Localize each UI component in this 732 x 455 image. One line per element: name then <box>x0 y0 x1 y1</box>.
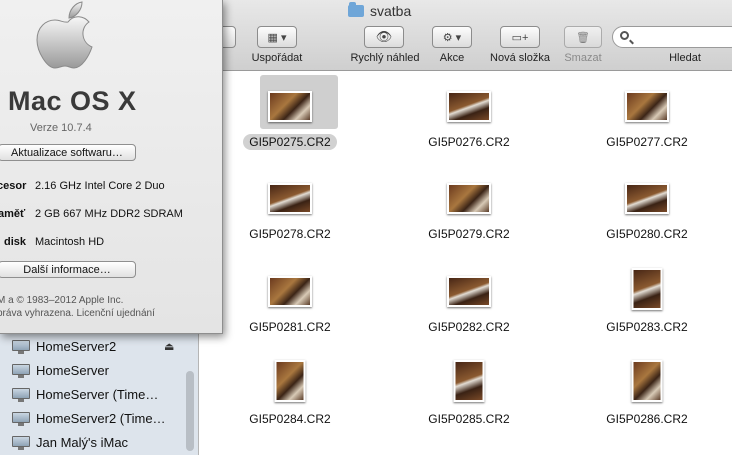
file-name: GI5P0279.CR2 <box>428 227 510 241</box>
apple-logo-icon <box>36 1 93 69</box>
image-thumbnail <box>274 360 306 402</box>
new-folder-label: Nová složka <box>490 52 550 64</box>
image-thumbnail <box>447 183 491 214</box>
arrange-label: Uspořádat <box>251 52 303 64</box>
sidebar-item-homeserver[interactable]: HomeServer <box>12 363 109 378</box>
delete-label: Smazat <box>564 52 602 64</box>
file-name: GI5P0282.CR2 <box>428 320 510 334</box>
spec-value: 2.16 GHz Intel Core 2 Duo <box>35 180 165 192</box>
spec-label: aměť <box>0 208 26 220</box>
image-thumbnail <box>447 276 491 307</box>
spec-value: 2 GB 667 MHz DDR2 SDRAM <box>35 208 183 220</box>
image-thumbnail <box>268 183 312 214</box>
file-item[interactable]: GI5P0275.CR2 <box>220 75 360 155</box>
image-thumbnail <box>625 91 669 122</box>
file-name: GI5P0275.CR2 <box>220 134 360 150</box>
copyright-line: M a © 1983–2012 Apple Inc. <box>0 295 124 306</box>
file-grid: GI5P0275.CR2 GI5P0276.CR2 GI5P0277.CR2 G… <box>199 71 732 455</box>
image-thumbnail <box>631 360 663 402</box>
search-input[interactable] <box>612 26 732 48</box>
folder-icon <box>348 2 364 17</box>
eye-icon: 👁 <box>375 29 393 44</box>
sidebar-item-label: HomeServer2 <box>36 339 117 354</box>
window-title-text: svatba <box>370 3 412 19</box>
action-button[interactable]: ⚙ ▾ <box>432 26 472 48</box>
software-update-button[interactable]: Aktualizace softwaru… <box>0 144 136 161</box>
sidebar-item-homeserver-time[interactable]: HomeServer (Time… <box>12 387 158 402</box>
image-thumbnail <box>453 360 485 402</box>
file-item[interactable]: GI5P0283.CR2 <box>577 260 717 340</box>
action-label: Akce <box>439 52 465 64</box>
sidebar-item-imac[interactable]: Jan Malý's iMac <box>12 435 128 450</box>
file-name: GI5P0278.CR2 <box>249 227 331 241</box>
image-thumbnail <box>268 91 312 122</box>
window-title: svatba <box>348 2 412 19</box>
file-item[interactable]: GI5P0280.CR2 <box>577 167 717 247</box>
sidebar-item-label: HomeServer2 (Time… <box>36 411 166 426</box>
spec-label: disk <box>4 236 27 248</box>
delete-button[interactable]: 🗑 <box>564 26 602 48</box>
computer-icon <box>12 435 30 450</box>
arrange-button[interactable]: ▦ ▾ <box>257 26 297 48</box>
copyright-text: M a © 1983–2012 Apple Inc. práva vyhraze… <box>0 294 155 320</box>
file-name: GI5P0280.CR2 <box>606 227 688 241</box>
file-item[interactable]: GI5P0278.CR2 <box>220 167 360 247</box>
file-item[interactable]: GI5P0281.CR2 <box>220 260 360 340</box>
spec-value: Macintosh HD <box>35 236 105 248</box>
grid-icon: ▦ ▾ <box>267 31 287 44</box>
file-name: GI5P0277.CR2 <box>606 135 688 149</box>
file-item[interactable]: GI5P0284.CR2 <box>220 352 360 432</box>
quicklook-label: Rychlý náhled <box>350 52 420 64</box>
os-name: Mac OS X <box>8 86 137 116</box>
file-name: GI5P0286.CR2 <box>606 412 688 426</box>
image-thumbnail <box>447 91 491 122</box>
file-name: GI5P0281.CR2 <box>249 320 331 334</box>
sidebar-item-homeserver2[interactable]: HomeServer2 <box>12 339 116 354</box>
search-label: Hledat <box>669 52 701 64</box>
file-item[interactable]: GI5P0276.CR2 <box>399 75 539 155</box>
sidebar-item-label: HomeServer <box>36 363 109 378</box>
image-thumbnail <box>631 268 663 310</box>
file-item[interactable]: GI5P0277.CR2 <box>577 75 717 155</box>
file-item[interactable]: GI5P0285.CR2 <box>399 352 539 432</box>
file-item[interactable]: GI5P0279.CR2 <box>399 167 539 247</box>
computer-icon <box>12 411 30 426</box>
new-folder-button[interactable]: ▭+ <box>500 26 540 48</box>
sidebar-item-homeserver2-time[interactable]: HomeServer2 (Time… <box>12 411 166 426</box>
file-item[interactable]: GI5P0286.CR2 <box>577 352 717 432</box>
quicklook-button[interactable]: 👁 <box>364 26 404 48</box>
sidebar-item-label: Jan Malý's iMac <box>36 435 129 450</box>
file-name: GI5P0276.CR2 <box>428 135 510 149</box>
search-icon <box>620 31 629 40</box>
computer-icon <box>12 387 30 402</box>
computer-icon <box>12 339 30 354</box>
gear-icon: ⚙ ▾ <box>442 31 462 44</box>
trash-icon: 🗑 <box>576 31 590 44</box>
more-info-button[interactable]: Další informace… <box>0 261 136 278</box>
sidebar-item-label: HomeServer (Time… <box>36 387 159 402</box>
file-item[interactable]: GI5P0282.CR2 <box>399 260 539 340</box>
file-name: GI5P0285.CR2 <box>428 412 510 426</box>
about-this-mac-panel: Mac OS X Verze 10.7.4 Aktualizace softwa… <box>0 0 223 334</box>
eject-icon[interactable]: ⏏ <box>164 340 174 353</box>
file-name: GI5P0284.CR2 <box>249 412 331 426</box>
image-thumbnail <box>268 276 312 307</box>
file-name: GI5P0283.CR2 <box>606 320 688 334</box>
image-thumbnail <box>625 183 669 214</box>
copyright-line: práva vyhrazena. Licenční ujednání <box>0 308 155 319</box>
sidebar-scrollbar[interactable] <box>186 371 194 451</box>
computer-icon <box>12 363 30 378</box>
os-version: Verze 10.7.4 <box>30 122 92 134</box>
spec-label: cesor <box>0 180 27 192</box>
new-folder-icon: ▭+ <box>511 31 529 44</box>
